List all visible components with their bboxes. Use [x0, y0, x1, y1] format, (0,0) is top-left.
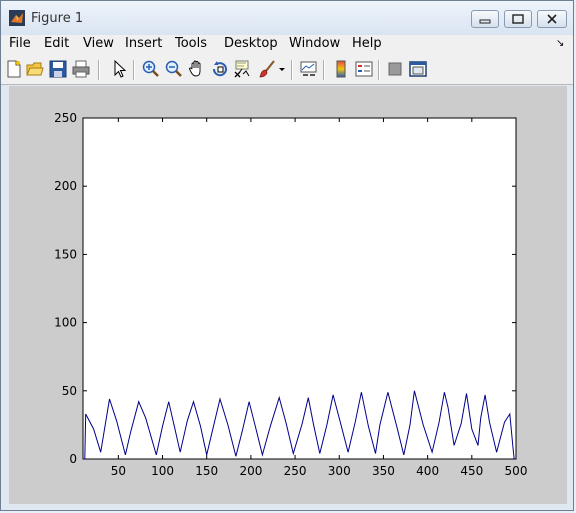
show-plot-tools-icon[interactable]	[409, 60, 427, 78]
hide-plot-tools-icon[interactable]	[386, 60, 404, 78]
y-tick-label: 0	[69, 452, 77, 466]
x-tick-label: 450	[460, 464, 483, 478]
x-tick-label: 400	[416, 464, 439, 478]
new-figure-icon[interactable]	[5, 60, 23, 78]
y-tick-label: 150	[54, 247, 77, 261]
menu-bar: File Edit View Insert Tools Desktop Wind…	[1, 35, 573, 55]
toolbar-separator	[291, 60, 293, 80]
toolbar-separator	[323, 60, 325, 80]
close-icon	[547, 14, 557, 24]
x-tick-label: 250	[284, 464, 307, 478]
save-icon[interactable]	[49, 60, 67, 78]
x-tick-label: 100	[151, 464, 174, 478]
brush-dropdown-icon[interactable]	[278, 60, 286, 78]
maximize-button[interactable]	[504, 10, 532, 28]
x-tick-label: 500	[505, 464, 528, 478]
menubar-overflow-icon[interactable]: ↘	[556, 38, 564, 49]
open-file-icon[interactable]	[26, 60, 44, 78]
zoom-in-icon[interactable]	[142, 60, 160, 78]
y-tick-label: 100	[54, 316, 77, 330]
minimize-icon	[479, 19, 491, 24]
menu-tools[interactable]: Tools	[175, 36, 207, 51]
x-tick-label: 350	[372, 464, 395, 478]
axes-background[interactable]	[82, 117, 517, 460]
y-tick-label: 200	[54, 179, 77, 193]
figure-canvas[interactable]: 0 50 100 150 200 250 50 100 150 200 250 300 350 400 45…	[9, 86, 567, 504]
maximize-icon	[512, 14, 524, 24]
pointer-arrow-icon[interactable]	[111, 60, 129, 78]
x-tick-label: 200	[239, 464, 262, 478]
menu-view[interactable]: View	[83, 36, 114, 51]
menu-window[interactable]: Window	[289, 36, 340, 51]
legend-icon[interactable]	[355, 60, 373, 78]
window-title: Figure 1	[31, 11, 84, 26]
zoom-out-icon[interactable]	[165, 60, 183, 78]
menu-help[interactable]: Help	[352, 36, 382, 51]
toolbar-separator	[98, 60, 100, 80]
y-tick-label: 50	[62, 384, 77, 398]
x-tick-label: 150	[195, 464, 218, 478]
print-icon[interactable]	[72, 60, 90, 78]
link-plot-icon[interactable]	[300, 60, 318, 78]
x-tick-label: 50	[111, 464, 126, 478]
matlab-logo-icon	[9, 10, 25, 26]
x-tick-label: 300	[328, 464, 351, 478]
colorbar-icon[interactable]	[332, 60, 350, 78]
menu-edit[interactable]: Edit	[44, 36, 69, 51]
figure-toolbar	[1, 55, 573, 85]
figure-window: Figure 1 File Edit View Insert Tools Des…	[0, 0, 574, 511]
toolbar-separator	[133, 60, 135, 80]
toolbar-separator	[378, 60, 380, 80]
data-cursor-icon[interactable]	[234, 60, 252, 78]
title-bar[interactable]: Figure 1	[1, 1, 573, 35]
menu-file[interactable]: File	[9, 36, 31, 51]
rotate-3d-icon[interactable]	[211, 60, 229, 78]
menu-insert[interactable]: Insert	[125, 36, 162, 51]
axes[interactable]: 0 50 100 150 200 250 50 100 150 200 250 300 350 400 45…	[9, 86, 567, 504]
brush-icon[interactable]	[258, 60, 276, 78]
y-tick-label: 250	[54, 111, 77, 125]
minimize-button[interactable]	[471, 10, 499, 28]
menu-desktop[interactable]: Desktop	[224, 36, 278, 51]
close-button[interactable]	[537, 10, 567, 28]
pan-hand-icon[interactable]	[188, 60, 206, 78]
